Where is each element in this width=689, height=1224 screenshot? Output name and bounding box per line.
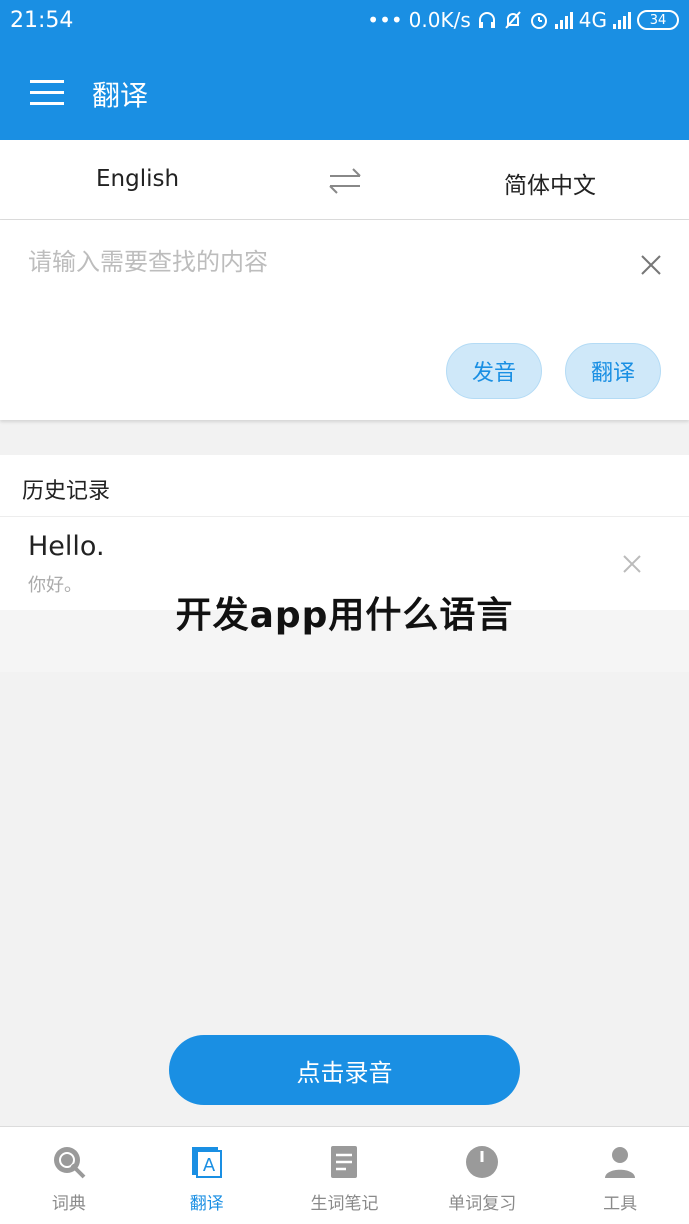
status-bar: 21:54 ••• 0.0K/s 4G 34	[0, 0, 689, 44]
signal-icon-2	[613, 11, 631, 29]
translate-icon: A	[191, 1147, 222, 1178]
translate-button[interactable]: 翻译	[565, 343, 661, 399]
page-title: 翻译	[92, 79, 149, 112]
language-selector: English 简体中文	[0, 140, 689, 220]
speak-button[interactable]: 发音	[446, 343, 542, 399]
nav-label-tools: 工具	[603, 1194, 638, 1214]
target-language[interactable]: 简体中文	[504, 166, 596, 200]
input-card: 发音 翻译	[0, 220, 689, 420]
search-input[interactable]	[28, 240, 608, 284]
mute-bell-icon	[505, 11, 521, 29]
nav-item-review[interactable]: 单词复习	[413, 1127, 551, 1224]
svg-text:A: A	[203, 1155, 216, 1176]
user-tools-icon	[605, 1147, 636, 1178]
overlay-caption: 开发app用什么语言	[175, 595, 514, 636]
nav-label-translate: 翻译	[189, 1194, 224, 1214]
app-bar: 翻译	[0, 44, 689, 140]
source-language[interactable]: English	[96, 166, 179, 192]
signal-icon	[554, 11, 573, 29]
network-speed: 0.0K/s	[408, 8, 471, 32]
notebook-icon	[331, 1146, 358, 1178]
network-type: 4G	[578, 8, 607, 32]
dictionary-search-icon	[53, 1147, 86, 1179]
nav-label-notes: 生词笔记	[310, 1194, 379, 1214]
nav-label-review: 单词复习	[448, 1194, 517, 1214]
nav-item-tools[interactable]: 工具	[551, 1127, 689, 1224]
headphones-icon	[478, 12, 495, 28]
record-button[interactable]: 点击录音	[169, 1035, 520, 1105]
more-dots-icon: •••	[367, 8, 403, 32]
clock-icon	[466, 1146, 499, 1178]
remove-history-icon[interactable]	[622, 554, 642, 574]
nav-item-translate[interactable]: A 翻译	[138, 1127, 276, 1224]
swap-languages-icon[interactable]	[327, 166, 363, 196]
history-title: 历史记录	[22, 479, 111, 504]
status-icons: ••• 0.0K/s 4G 34	[367, 8, 679, 32]
bottom-nav: 词典 A 翻译 生词笔记 单词复习 工具	[0, 1126, 689, 1224]
nav-label-dictionary: 词典	[51, 1194, 86, 1214]
nav-item-dictionary[interactable]: 词典	[0, 1127, 138, 1224]
menu-icon[interactable]	[30, 80, 64, 106]
status-time: 21:54	[10, 8, 74, 33]
clear-input-icon[interactable]	[640, 254, 662, 276]
battery-icon: 34	[637, 10, 679, 30]
alarm-icon	[530, 13, 547, 29]
history-item-word[interactable]: Hello.	[28, 531, 105, 562]
divider	[0, 516, 689, 517]
nav-item-notes[interactable]: 生词笔记	[276, 1127, 414, 1224]
